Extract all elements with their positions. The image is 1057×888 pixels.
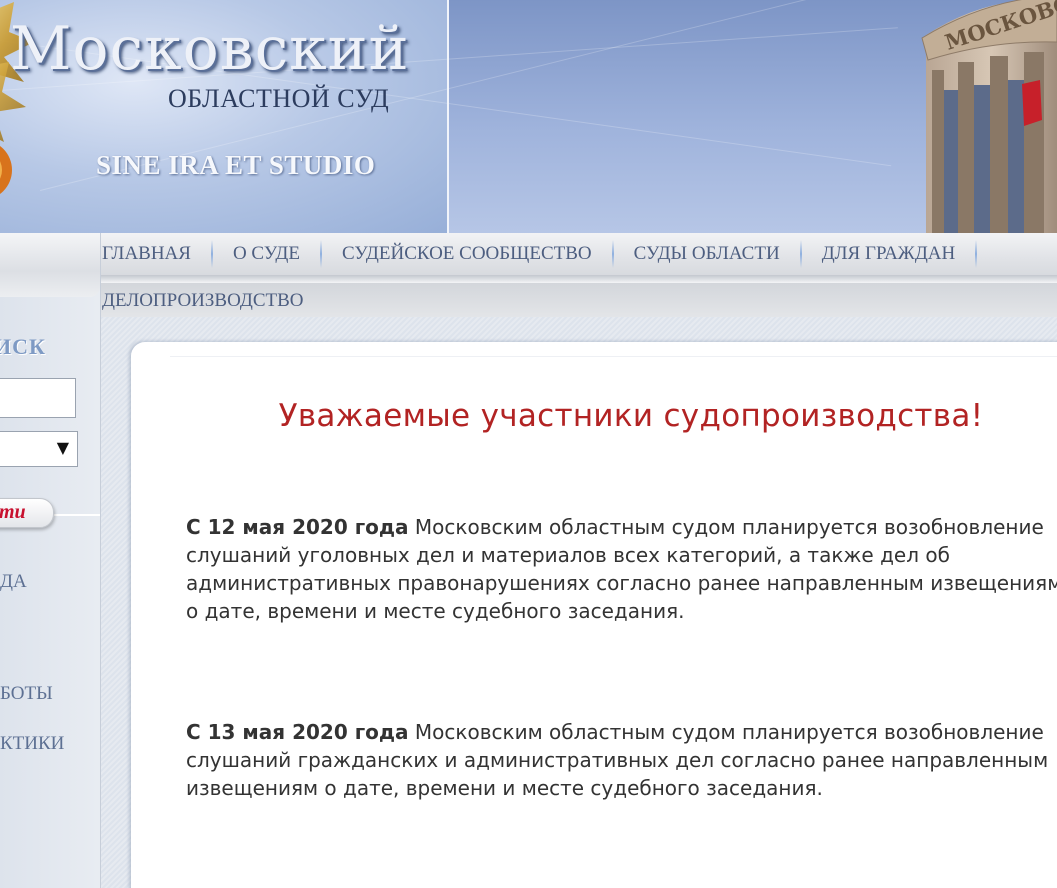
sidebar — [0, 233, 101, 888]
sidebar-link[interactable]: КТИКИ — [0, 733, 64, 755]
main-nav: ГЛАВНАЯ О СУДЕ СУДЕЙСКОЕ СООБЩЕСТВО СУДЫ… — [100, 233, 978, 275]
sidebar-tab — [0, 233, 100, 297]
announcement-date: С 12 мая 2020 года — [186, 515, 409, 539]
nav-item-judicial-community[interactable]: СУДЕЙСКОЕ СООБЩЕСТВО — [322, 243, 612, 265]
main-nav-row2: ДЕЛОПРОИЗВОДСТВО — [100, 284, 324, 318]
nav-item-home[interactable]: ГЛАВНАЯ — [100, 243, 211, 265]
sidebar-link[interactable]: ДА — [0, 571, 27, 593]
site-subtitle: областной суд — [168, 84, 390, 113]
nav-divider — [100, 275, 1057, 283]
triangle-down-icon: ▼ — [56, 438, 69, 457]
site-header: Московский областной суд SINE IRA ET STU… — [0, 0, 1057, 233]
content-top-rule — [170, 356, 1057, 357]
court-building-image: МОСКОВСК — [921, 0, 1057, 233]
search-heading: ИСК — [0, 334, 46, 359]
announcement-paragraph: С 13 мая 2020 года Московским областным … — [186, 718, 1057, 802]
search-select[interactable]: ▼ — [0, 431, 78, 467]
site-motto: SINE IRA ET STUDIO — [96, 150, 376, 180]
nav-separator — [975, 240, 978, 268]
nav-item-regional-courts[interactable]: СУДЫ ОБЛАСТИ — [614, 243, 800, 265]
sidebar-link[interactable]: БОТЫ — [0, 683, 53, 705]
nav-item-for-citizens[interactable]: ДЛЯ ГРАЖДАН — [802, 243, 976, 265]
sidebar-divider — [54, 514, 100, 516]
announcement-title: Уважаемые участники судопроизводства! — [278, 398, 984, 434]
search-input[interactable] — [0, 378, 76, 418]
announcement-paragraph: С 12 мая 2020 года Московским областным … — [186, 513, 1057, 625]
header-divider — [447, 0, 449, 233]
announcement-date: С 13 мая 2020 года — [186, 720, 409, 744]
site-title: Московский — [10, 14, 410, 84]
nav-item-about[interactable]: О СУДЕ — [213, 243, 320, 265]
search-button[interactable]: ти — [0, 498, 54, 528]
nav-item-case-management[interactable]: ДЕЛОПРОИЗВОДСТВО — [100, 290, 324, 312]
